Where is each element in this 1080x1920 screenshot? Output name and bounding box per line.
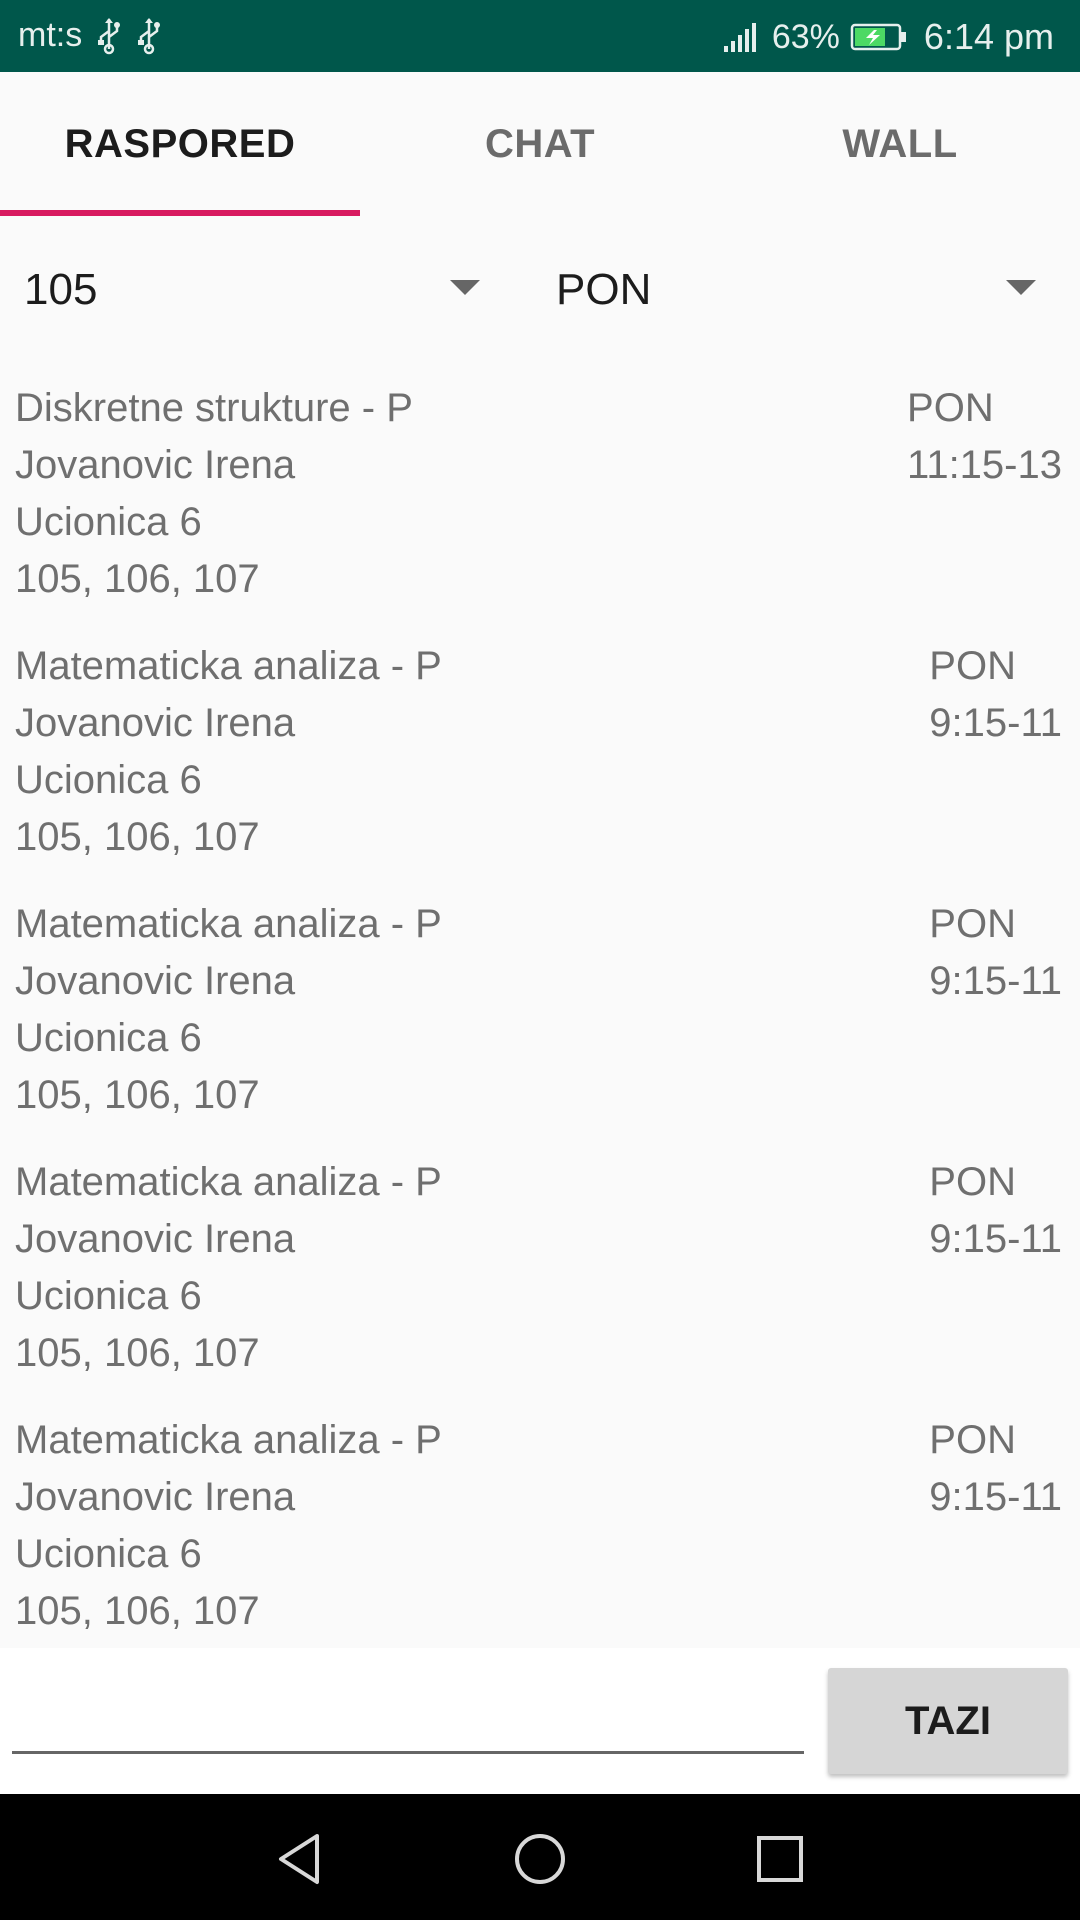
item-time: PON 9:15-11 [929,1412,1062,1526]
subject-label: Matematicka analiza - P [15,1160,442,1204]
list-item[interactable]: Matematicka analiza - P Jovanovic Irena … [0,1154,1080,1412]
item-details: Matematicka analiza - P Jovanovic Irena … [15,638,442,866]
time-label: 9:15-11 [929,1217,1062,1261]
teacher-label: Jovanovic Irena [15,1475,296,1519]
teacher-label: Jovanovic Irena [15,443,296,487]
day-label: PON [907,386,994,430]
dropdown-arrow-icon [1006,280,1036,295]
battery-percent: 63% [771,17,840,56]
day-label: PON [929,644,1016,688]
dropdown-arrow-icon [450,280,480,295]
time-label: 9:15-11 [929,701,1062,745]
subject-label: Diskretne strukture - P [15,386,413,430]
room-label: Ucionica 6 [15,758,202,802]
list-item[interactable]: Matematicka analiza - P Jovanovic Irena … [0,1412,1080,1648]
item-time: PON 11:15-13 [907,380,1062,494]
back-icon[interactable] [265,1824,335,1894]
item-time: PON 9:15-11 [929,896,1062,1010]
battery-charging-icon [850,23,906,51]
status-left: mt:s [18,16,162,55]
tab-raspored[interactable]: RASPORED [0,72,360,216]
status-time: 6:14 pm [923,16,1054,57]
carrier-label: mt:s [18,16,83,54]
item-details: Matematicka analiza - P Jovanovic Irena … [15,896,442,1124]
list-item[interactable]: Diskretne strukture - P Jovanovic Irena … [0,380,1080,638]
search-input[interactable] [12,1670,804,1754]
day-dropdown[interactable]: PON [556,250,1036,330]
teacher-label: Jovanovic Irena [15,959,296,1003]
group-dropdown-value: 105 [24,265,98,314]
item-details: Matematicka analiza - P Jovanovic Irena … [15,1154,442,1382]
tab-bar: RASPORED CHAT WALL [0,72,1080,216]
schedule-list[interactable]: Diskretne strukture - P Jovanovic Irena … [0,380,1080,1648]
day-dropdown-value: PON [556,265,652,314]
room-label: Ucionica 6 [15,1274,202,1318]
tab-wall[interactable]: WALL [720,72,1080,216]
day-label: PON [929,1160,1016,1204]
search-button[interactable]: TAZI [828,1668,1068,1774]
item-time: PON 9:15-11 [929,1154,1062,1268]
item-details: Matematicka analiza - P Jovanovic Irena … [15,1412,442,1640]
groups-label: 105, 106, 107 [15,1331,260,1375]
groups-label: 105, 106, 107 [15,815,260,859]
subject-label: Matematicka analiza - P [15,1418,442,1462]
list-item[interactable]: Matematicka analiza - P Jovanovic Irena … [0,638,1080,896]
room-label: Ucionica 6 [15,500,202,544]
groups-label: 105, 106, 107 [15,1589,260,1633]
home-icon[interactable] [505,1824,575,1894]
room-label: Ucionica 6 [15,1532,202,1576]
time-label: 11:15-13 [907,443,1062,487]
navigation-bar [0,1794,1080,1920]
time-label: 9:15-11 [929,1475,1062,1519]
status-bar: mt:s 63% 6:14 pm [0,0,1080,72]
usb-icon [138,17,161,54]
teacher-label: Jovanovic Irena [15,1217,296,1261]
tab-chat[interactable]: CHAT [360,72,720,216]
item-details: Diskretne strukture - P Jovanovic Irena … [15,380,413,608]
list-item[interactable]: Matematicka analiza - P Jovanovic Irena … [0,896,1080,1154]
day-label: PON [929,902,1016,946]
item-time: PON 9:15-11 [929,638,1062,752]
usb-icon [98,17,121,54]
tab-indicator [0,210,360,216]
groups-label: 105, 106, 107 [15,1073,260,1117]
teacher-label: Jovanovic Irena [15,701,296,745]
room-label: Ucionica 6 [15,1016,202,1060]
day-label: PON [929,1418,1016,1462]
time-label: 9:15-11 [929,959,1062,1003]
subject-label: Matematicka analiza - P [15,902,442,946]
status-right: 63% 6:14 pm [722,16,1054,58]
signal-icon [723,23,756,52]
recent-apps-icon[interactable] [745,1824,815,1894]
search-bar: TAZI [0,1648,1080,1794]
group-dropdown[interactable]: 105 [24,250,480,330]
subject-label: Matematicka analiza - P [15,644,442,688]
groups-label: 105, 106, 107 [15,557,260,601]
